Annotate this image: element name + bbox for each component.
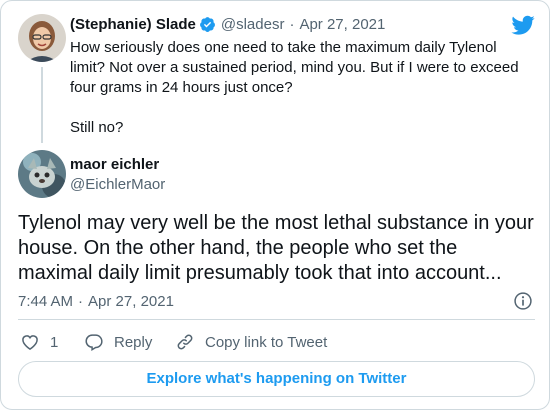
quoted-text-line: How seriously does one need to take the … [70, 39, 497, 56]
separator-dot: · [289, 15, 295, 33]
quoted-text: How seriously does one need to take the … [70, 38, 535, 138]
explore-button[interactable]: Explore what's happening on Twitter [18, 361, 535, 397]
link-icon [175, 332, 195, 352]
divider [18, 319, 535, 320]
thread-line [41, 67, 43, 143]
separator-dot: · [78, 292, 84, 310]
quoted-date[interactable]: Apr 27, 2021 [299, 16, 385, 33]
quoted-text-last: Still no? [70, 119, 124, 136]
verified-badge-icon [199, 16, 216, 33]
info-icon[interactable] [513, 291, 533, 311]
quoted-display-name[interactable]: (Stephanie) Slade [70, 16, 196, 33]
like-count: 1 [50, 333, 59, 351]
quoted-handle[interactable]: @sladesr [221, 16, 285, 33]
timestamp-row: 7:44 AM · Apr 27, 2021 [18, 291, 174, 311]
reply-button[interactable]: Reply [84, 331, 152, 353]
reply-text: Tylenol may very well be the most lethal… [18, 212, 534, 284]
reply-handle[interactable]: @EichlerMaor [70, 175, 165, 195]
copy-link-label: Copy link to Tweet [205, 333, 328, 351]
reply-date[interactable]: Apr 27, 2021 [88, 293, 174, 310]
reply-display-name[interactable]: maor eichler [70, 155, 165, 175]
avatar-stephanie[interactable] [18, 14, 66, 62]
tweet-card: (Stephanie) Slade @sladesr · Apr 27, 202… [0, 0, 550, 410]
avatar-maor[interactable] [18, 150, 66, 198]
heart-icon [20, 332, 40, 352]
quoted-text-line: limit? Not over a sustained period, mind… [70, 59, 519, 76]
reply-label: Reply [114, 333, 153, 351]
quoted-header: (Stephanie) Slade @sladesr · Apr 27, 202… [70, 14, 385, 34]
reply-header: maor eichler @EichlerMaor [70, 155, 165, 195]
reply-icon [84, 332, 104, 352]
twitter-bird-icon[interactable] [511, 13, 535, 37]
reply-time[interactable]: 7:44 AM [18, 293, 73, 310]
copy-link-button[interactable]: Copy link to Tweet [175, 331, 327, 353]
quoted-text-line: four grams in 24 hours just once? [70, 79, 293, 96]
like-button[interactable]: 1 [20, 331, 58, 353]
